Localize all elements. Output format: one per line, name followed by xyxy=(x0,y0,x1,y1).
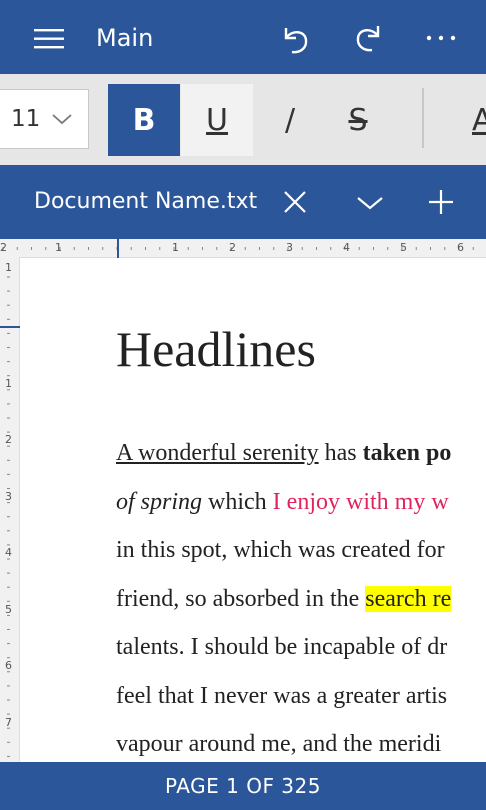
text-run: A wonderful serenity xyxy=(116,440,319,466)
paragraph-line: A wonderful serenity has taken po xyxy=(116,440,451,467)
ruler-number: 6 xyxy=(5,659,12,672)
italic-button[interactable]: / xyxy=(254,84,326,156)
close-icon[interactable] xyxy=(283,190,307,214)
document-name-tab[interactable]: Document Name.txt xyxy=(34,189,257,214)
page-count-label: PAGE 1 OF 325 xyxy=(165,774,321,798)
ruler-number: 2 xyxy=(0,241,7,254)
ruler-number: 5 xyxy=(400,241,407,254)
font-size-value: 11 xyxy=(11,106,41,132)
ruler-number: 3 xyxy=(286,241,293,254)
ruler-number: 1 xyxy=(55,241,62,254)
strikethrough-button[interactable]: S xyxy=(322,84,394,156)
font-color-button[interactable]: A xyxy=(446,84,486,156)
font-size-dropdown[interactable]: 11 xyxy=(0,89,89,149)
bold-label: B xyxy=(132,102,156,138)
formatting-toolbar: 11 B U / S A xyxy=(0,74,486,165)
text-run: taken po xyxy=(362,440,452,466)
chevron-down-icon[interactable] xyxy=(356,195,384,211)
ruler-number: 1 xyxy=(5,261,12,274)
paragraph-line: feel that I never was a greater artis xyxy=(116,683,447,710)
paragraph-line: friend, so absorbed in the search re xyxy=(116,585,452,613)
ruler-number: 4 xyxy=(343,241,350,254)
app-title: Main xyxy=(96,24,154,52)
ruler-number: 7 xyxy=(5,716,12,729)
text-run: feel that I never was a greater artis xyxy=(116,682,448,709)
ruler-number: 3 xyxy=(5,490,12,503)
text-run: friend, so absorbed in the xyxy=(116,585,366,612)
strikethrough-label: S xyxy=(348,102,368,138)
add-icon[interactable] xyxy=(428,189,454,215)
paragraph-line: of spring which I enjoy with my w xyxy=(116,489,449,516)
hamburger-menu-icon[interactable] xyxy=(34,28,64,50)
ruler-number: 1 xyxy=(5,377,12,390)
paragraph-line: in this spot, which was created for xyxy=(116,537,445,564)
text-run: talents. I should be incapable of dr xyxy=(116,634,448,660)
italic-label: / xyxy=(284,102,296,138)
text-run: of spring xyxy=(116,488,203,515)
ruler-number: 6 xyxy=(457,241,464,254)
text-run: vapour around me, and the meridi xyxy=(116,731,442,757)
ruler-ticks xyxy=(7,276,10,757)
text-run: I enjoy with my w xyxy=(272,488,449,515)
toolbar-divider xyxy=(422,88,424,148)
ruler-number: 1 xyxy=(172,241,179,254)
document-tab-bar: Document Name.txt xyxy=(0,165,486,239)
ruler-ticks xyxy=(2,247,474,250)
chevron-down-icon xyxy=(52,114,72,125)
app-bar: Main xyxy=(0,0,486,74)
document-heading: Headlines xyxy=(116,321,316,377)
undo-icon[interactable] xyxy=(282,24,310,56)
redo-icon[interactable] xyxy=(354,22,382,54)
text-run: which xyxy=(202,488,273,515)
bold-button[interactable]: B xyxy=(108,84,180,156)
document-page[interactable]: Headlines A wonderful serenity has taken… xyxy=(20,258,486,762)
text-run: search re xyxy=(365,585,452,612)
font-color-label: A xyxy=(472,102,486,138)
horizontal-ruler: 2 1 1 2 3 4 5 6 xyxy=(0,239,486,258)
text-run: in this spot, which was created for xyxy=(116,537,445,563)
ruler-number: 4 xyxy=(5,546,12,559)
paragraph-line: vapour around me, and the meridi xyxy=(116,731,441,758)
page-indicator: PAGE 1 OF 325 xyxy=(0,762,486,810)
vertical-ruler: 1 1 2 3 4 5 6 7 xyxy=(0,257,20,762)
underline-label: U xyxy=(206,102,228,138)
ruler-number: 5 xyxy=(5,603,12,616)
ruler-number: 2 xyxy=(229,241,236,254)
paragraph-line: talents. I should be incapable of dr xyxy=(116,634,447,661)
text-run: has xyxy=(318,440,363,466)
more-options-icon[interactable] xyxy=(426,35,456,41)
ruler-number: 2 xyxy=(5,433,12,446)
underline-button[interactable]: U xyxy=(181,84,253,156)
